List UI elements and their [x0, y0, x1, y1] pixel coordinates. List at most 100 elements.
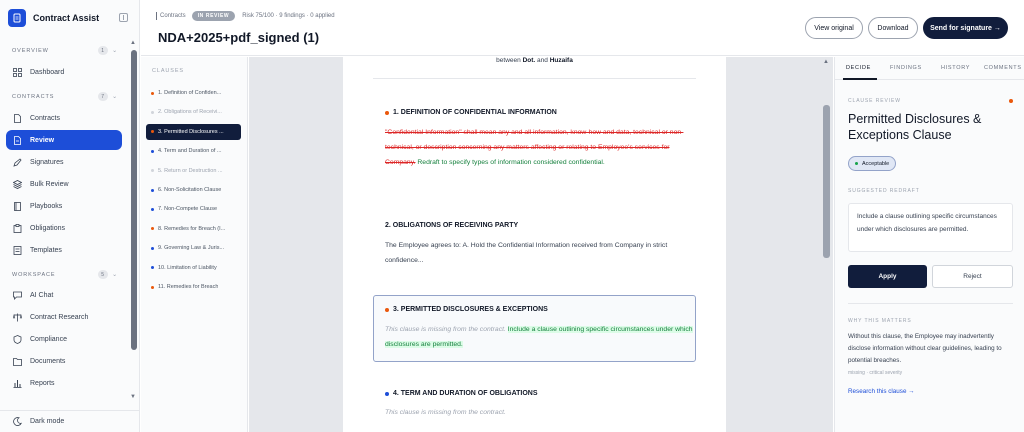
tab-history[interactable]: HISTORY [941, 65, 970, 71]
why-matters-text: Without this clause, the Employee may in… [848, 333, 1002, 364]
clause-status-dot-icon [151, 169, 154, 173]
panel-tabs: DECIDE FINDINGS HISTORY COMMENTS [835, 57, 1024, 80]
dashboard-icon [13, 67, 22, 77]
risk-dot-icon [385, 110, 389, 115]
send-for-signature-button[interactable]: Send for signature → [923, 17, 1008, 39]
apply-button[interactable]: Apply [848, 265, 927, 288]
scroll-up-arrow-icon[interactable]: ▲ [823, 59, 829, 65]
suggested-redraft-label: SUGGESTED REDRAFT [848, 188, 920, 194]
clause-list-item[interactable]: 5. Return or Destruction ... [146, 163, 241, 179]
document-scrollbar-thumb[interactable] [823, 105, 830, 258]
active-tab-indicator [843, 78, 877, 80]
status-badge: Acceptable [848, 156, 897, 171]
pen-icon [13, 157, 22, 167]
section-count: 7 [98, 92, 109, 101]
clause-review-label: CLAUSE REVIEW [848, 98, 901, 104]
clause-list-item[interactable]: 10. Limitation of Liability [146, 260, 241, 276]
sidebar-item-review[interactable]: Review [6, 130, 122, 150]
clause-status-dot-icon [151, 188, 154, 192]
clipboard-icon [13, 223, 22, 233]
sidebar-item-signatures[interactable]: Signatures [6, 152, 122, 172]
chevron-down-icon: ⌄ [112, 48, 118, 54]
brand[interactable]: Contract Assist [8, 8, 132, 28]
layers-icon [13, 179, 22, 189]
clause-status-dot-icon [151, 285, 154, 289]
sidebar-scrollbar[interactable] [131, 50, 137, 350]
chevron-down-icon: ⌄ [112, 94, 118, 100]
clause-list-item[interactable]: 2. Obligations of Receivi... [146, 104, 241, 120]
sidebar-item-documents[interactable]: Documents [6, 351, 122, 371]
clause-3-body: This clause is missing from the contract… [385, 322, 695, 352]
chat-icon [13, 291, 22, 300]
clause-2-body: The Employee agrees to: A. Hold the Conf… [385, 242, 668, 264]
section-count: 1 [98, 46, 109, 55]
dark-mode-toggle[interactable]: Dark mode [0, 410, 140, 432]
clause-list-item[interactable]: 9. Governing Law & Juris... [146, 240, 241, 256]
inserted-text: Redraft to specify types of information … [417, 159, 605, 166]
sidebar-item-obligations[interactable]: Obligations [6, 218, 122, 238]
clause-list-item[interactable]: 11. Remedies for Breach [146, 279, 241, 295]
clause-list-item[interactable]: 6. Non-Solicitation Clause [146, 182, 241, 198]
parties-line: between Dot. and Huzaifa [496, 57, 573, 64]
view-original-button[interactable]: View original [805, 17, 863, 39]
sidebar-item-templates[interactable]: Templates [6, 240, 122, 260]
shield-icon [13, 334, 22, 344]
moon-icon [13, 417, 22, 426]
clause-1-heading[interactable]: 1. DEFINITION OF CONFIDENTIAL INFORMATIO… [385, 109, 557, 116]
clause-1-body: "Confidential Information" shall mean an… [385, 125, 695, 170]
clause-4-body: This clause is missing from the contract… [385, 405, 695, 420]
severity-meta: missing · critical severity [848, 370, 903, 376]
research-clause-link[interactable]: Research this clause → [848, 388, 915, 395]
tab-comments[interactable]: COMMENTS [984, 65, 1022, 71]
clause-list-item[interactable]: 3. Permitted Disclosures ... [146, 123, 241, 140]
file-icon [13, 113, 22, 123]
document-scrollbar[interactable]: ▲ [820, 57, 833, 432]
clause-list-item[interactable]: 7. Non-Compete Clause [146, 201, 241, 217]
sidebar-collapse-icon[interactable] [119, 13, 128, 22]
tab-decide[interactable]: DECIDE [846, 65, 871, 71]
sidebar-item-contracts[interactable]: Contracts [6, 108, 122, 128]
clause-2-heading[interactable]: 2. OBLIGATIONS OF RECEIVING PARTY [385, 222, 518, 229]
sidebar-item-compliance[interactable]: Compliance [6, 329, 122, 349]
status-dot-icon [855, 162, 858, 165]
scroll-up-arrow-icon[interactable]: ▲ [130, 40, 136, 46]
clause-status-dot-icon [151, 130, 154, 134]
risk-dot-icon [1009, 99, 1013, 103]
clause-list-item[interactable]: 1. Definition of Confiden... [146, 85, 241, 101]
breadcrumb-bar-icon [156, 12, 157, 20]
scroll-down-arrow-icon[interactable]: ▼ [130, 394, 136, 400]
clause-list-item[interactable]: 4. Term and Duration of ... [146, 143, 241, 159]
clause-list-item[interactable]: 8. Remedies for Breach (I... [146, 221, 241, 237]
sidebar-item-playbooks[interactable]: Playbooks [6, 196, 122, 216]
sidebar-item-ai-chat[interactable]: AI Chat [6, 285, 122, 305]
risk-dot-icon [385, 391, 389, 396]
breadcrumb-contracts[interactable]: Contracts [156, 12, 186, 20]
risk-dot-icon [385, 307, 389, 312]
document-viewer[interactable]: between Dot. and Huzaifa 1. DEFINITION O… [249, 57, 833, 432]
clause-status-dot-icon [151, 91, 154, 95]
section-overview[interactable]: OVERVIEW 1 ⌄ [12, 46, 118, 55]
status-badge: IN REVIEW [191, 11, 236, 21]
section-workspace[interactable]: WORKSPACE 5 ⌄ [12, 270, 118, 279]
reject-button[interactable]: Reject [932, 265, 1013, 288]
clause-status-dot-icon [151, 227, 154, 231]
clause-status-dot-icon [151, 246, 154, 250]
download-button[interactable]: Download [868, 17, 918, 39]
section-count: 5 [98, 270, 109, 279]
party-a: Dot. [522, 57, 536, 64]
sidebar-item-contract-research[interactable]: Contract Research [6, 307, 122, 327]
scale-icon [13, 313, 22, 322]
sidebar-item-dashboard[interactable]: Dashboard [6, 62, 122, 82]
review-file-icon [13, 135, 22, 145]
divider [373, 78, 696, 79]
sidebar-item-reports[interactable]: Reports [6, 373, 122, 393]
sidebar-scrollbar-thumb[interactable] [131, 50, 137, 350]
clauses-title: CLAUSES [152, 68, 184, 74]
sidebar-item-bulk-review[interactable]: Bulk Review [6, 174, 122, 194]
folder-icon [13, 357, 22, 366]
divider [848, 303, 1013, 304]
section-contracts[interactable]: CONTRACTS 7 ⌄ [12, 92, 118, 101]
tab-findings[interactable]: FINDINGS [890, 65, 922, 71]
clause-4-heading[interactable]: 4. TERM AND DURATION OF OBLIGATIONS [385, 390, 538, 397]
clause-3-heading[interactable]: 3. PERMITTED DISCLOSURES & EXCEPTIONS [385, 306, 548, 313]
